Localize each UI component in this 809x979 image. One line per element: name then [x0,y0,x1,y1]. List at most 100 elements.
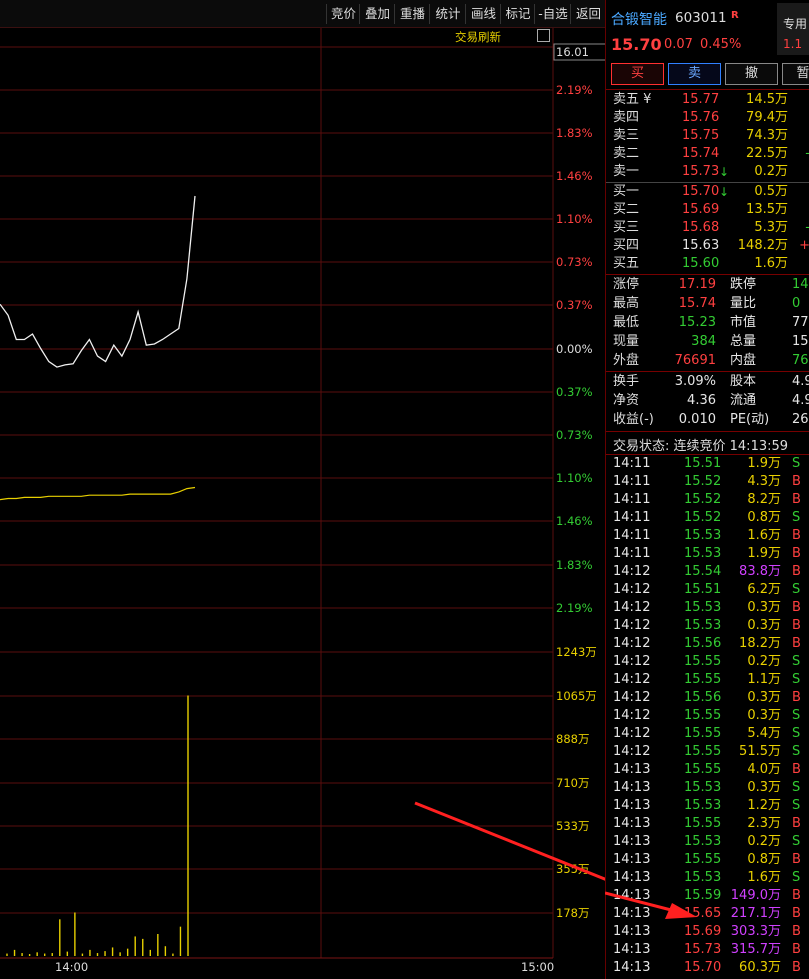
tick-row[interactable]: 14:13 15.59 149.0万 B [606,887,809,905]
tick-volume: 1.9万 [747,546,781,561]
tick-volume: 0.3万 [747,690,781,705]
order-book-row[interactable]: 买一 15.70 ↓ 0.5万 [606,183,809,201]
stats-row: 收益(-) 0.010 PE(动) 26 [606,411,809,429]
tick-price: 15.53 [684,546,722,561]
order-book-row[interactable]: 买三 15.68 5.3万 - [606,219,809,237]
book-extra: - [805,145,809,163]
order-book-row[interactable]: 买四 15.63 148.2万 + [606,237,809,255]
volume-axis-label: 1065万 [556,689,597,703]
tick-volume: 0.3万 [747,600,781,615]
tick-side: B [792,942,801,957]
tick-row[interactable]: 14:12 15.55 0.3万 S [606,707,809,725]
tick-row[interactable]: 14:13 15.65 217.1万 B [606,905,809,923]
tick-row[interactable]: 14:13 15.70 60.3万 B [606,959,809,977]
tick-time: 14:13 [613,762,651,777]
tick-row[interactable]: 14:12 15.54 83.8万 B [606,563,809,581]
order-book-row[interactable]: 卖五 ¥ 15.77 14.5万 [606,91,809,109]
book-volume: 5.3万 [754,220,788,235]
tick-price: 15.53 [684,870,722,885]
order-book-row[interactable]: 买五 15.60 1.6万 [606,255,809,273]
pause-button[interactable]: 暂 [782,63,809,85]
tick-row[interactable]: 14:13 15.55 4.0万 B [606,761,809,779]
tick-row[interactable]: 14:12 15.55 0.2万 S [606,653,809,671]
book-level-label: 买一 [613,184,640,199]
stat-value: 15.74 [678,296,716,311]
tick-side: B [792,474,801,489]
tick-time: 14:13 [613,870,651,885]
tick-row[interactable]: 14:13 15.73 315.7万 B [606,941,809,959]
stat-label: 量比 [730,296,757,311]
tick-row[interactable]: 14:13 15.53 1.2万 S [606,797,809,815]
stat-label: 外盘 [613,353,640,368]
order-book-row[interactable]: 卖二 15.74 22.5万 - [606,145,809,163]
volume-axis-label: 1243万 [556,645,597,659]
tick-price: 15.52 [684,510,722,525]
tick-side: B [792,690,801,705]
sell-button[interactable]: 卖 [668,63,721,85]
tick-volume: 0.8万 [747,852,781,867]
tick-row[interactable]: 14:12 15.51 6.2万 S [606,581,809,599]
tick-row[interactable]: 14:11 15.52 8.2万 B [606,491,809,509]
tick-row[interactable]: 14:12 15.55 51.5万 S [606,743,809,761]
tick-row[interactable]: 14:11 15.53 1.6万 B [606,527,809,545]
buy-button[interactable]: 买 [611,63,664,85]
tick-row[interactable]: 14:13 15.55 2.3万 B [606,815,809,833]
tick-volume: 315.7万 [730,942,781,957]
tick-volume: 303.3万 [730,924,781,939]
tick-price: 15.70 [684,960,722,975]
tick-row[interactable]: 14:13 15.69 303.3万 B [606,923,809,941]
tick-volume: 51.5万 [739,744,781,759]
tick-row[interactable]: 14:12 15.53 0.3万 B [606,617,809,635]
stat-value: 4.9 [792,374,809,389]
tick-row[interactable]: 14:11 15.51 1.9万 S [606,455,809,473]
order-book-row[interactable]: 买二 15.69 13.5万 [606,201,809,219]
book-price: 15.75 [682,128,720,143]
tick-row[interactable]: 14:12 15.53 0.3万 B [606,599,809,617]
tick-time: 14:13 [613,960,651,975]
pct-axis-label: 1.46% [556,169,593,183]
tick-price: 15.69 [684,924,722,939]
pct-axis-label: 0.73% [556,428,593,442]
tick-price: 15.56 [684,636,722,651]
tick-row[interactable]: 14:13 15.53 1.6万 S [606,869,809,887]
order-book-row[interactable]: 卖一 15.73 ↓ 0.2万 [606,163,809,181]
tick-row[interactable]: 14:11 15.52 4.3万 B [606,473,809,491]
tick-row[interactable]: 14:13 15.53 0.2万 S [606,833,809,851]
tick-row[interactable]: 14:12 15.56 0.3万 B [606,689,809,707]
cancel-order-button[interactable]: 撤 [725,63,778,85]
price-change: 0.07 [664,37,693,52]
tick-volume: 0.2万 [747,834,781,849]
tick-side: S [792,798,801,813]
order-book-row[interactable]: 卖三 15.75 74.3万 [606,127,809,145]
tick-row[interactable]: 14:13 15.53 0.3万 S [606,779,809,797]
stats-row: 最低 15.23 市值 77 [606,314,809,332]
stat-label: 流通 [730,393,757,408]
tick-price: 15.55 [684,654,722,669]
tick-row[interactable]: 14:11 15.52 0.8万 S [606,509,809,527]
tick-price: 15.65 [684,906,722,921]
tick-row[interactable]: 14:12 15.55 1.1万 S [606,671,809,689]
side-box[interactable]: 专用 1.1 [777,3,809,55]
stat-label: 内盘 [730,353,757,368]
tick-row[interactable]: 14:13 15.55 0.8万 B [606,851,809,869]
volume-axis-label: 178万 [556,906,589,920]
tick-row[interactable]: 14:12 15.56 18.2万 B [606,635,809,653]
tick-volume: 6.2万 [747,582,781,597]
stat-value: 14 [792,277,809,292]
tick-time: 14:12 [613,636,651,651]
tick-row[interactable]: 14:12 15.55 5.4万 S [606,725,809,743]
tick-side: B [792,546,801,561]
intraday-chart[interactable]: 16.01 2.19% 1.83% 1.46% 1.10% 0.73% 0.37% 0.00%… [0,0,605,979]
pct-axis-label: 1.10% [556,212,593,226]
order-book-row[interactable]: 卖四 15.76 79.4万 [606,109,809,127]
tick-time: 14:11 [613,492,651,507]
volume-axis-label: 355万 [556,862,589,876]
tick-side: B [792,636,801,651]
tick-time: 14:13 [613,780,651,795]
tick-row[interactable]: 14:11 15.53 1.9万 B [606,545,809,563]
pct-axis-label: 1.83% [556,126,593,140]
stock-tag: R [731,10,739,21]
tick-side: S [792,870,801,885]
stat-label: 最高 [613,296,640,311]
tick-volume: 4.3万 [747,474,781,489]
